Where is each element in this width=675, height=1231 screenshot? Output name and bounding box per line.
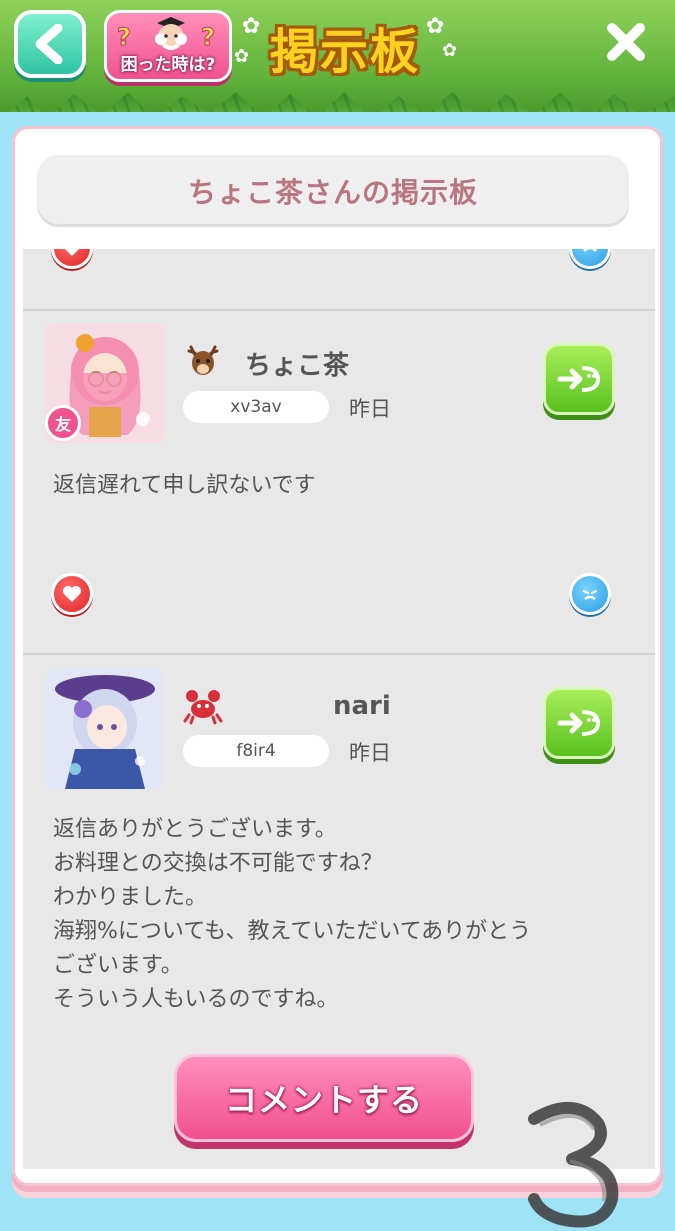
comment-button[interactable]: コメントする — [174, 1054, 474, 1142]
flower-icon: ✿ — [426, 14, 445, 39]
question-mark-icon: ? — [117, 23, 132, 52]
help-button[interactable]: ? ? 困った時は? — [104, 10, 232, 82]
reply-arrow-icon — [557, 710, 601, 736]
post-timestamp: 昨日 — [349, 741, 391, 765]
flower-icon: ✿ — [234, 46, 250, 67]
professor-face-icon — [155, 17, 187, 50]
sad-face-icon — [583, 249, 597, 252]
reply-button[interactable] — [543, 687, 615, 759]
sad-face-icon — [582, 589, 598, 601]
chevron-left-icon — [35, 24, 63, 64]
friend-badge: 友 — [45, 405, 81, 441]
question-mark-icon: ? — [201, 23, 216, 52]
dislike-button[interactable] — [569, 573, 611, 615]
post-user-id: xv3av — [183, 391, 329, 423]
heart-icon — [63, 586, 81, 602]
avatar[interactable] — [45, 669, 165, 789]
post-divider — [23, 653, 655, 655]
post-message: 返信ありがとうございます。 お料理との交換は不可能ですね？ わかりました。 海翔… — [53, 817, 532, 1012]
post-username[interactable]: ちょこ茶 — [245, 345, 349, 382]
handwritten-number-mark — [528, 1101, 619, 1228]
like-button[interactable] — [51, 249, 93, 269]
avatar-girl-purple-icon — [45, 669, 165, 789]
crab-icon — [183, 690, 223, 725]
heart-icon — [65, 249, 79, 256]
reply-button[interactable] — [543, 343, 615, 415]
bulletin-panel: ちょこ茶さんの掲示板 友 ちょこ茶 xv3av 昨日 返信遅れて申し訳ないです … — [12, 126, 663, 1228]
panel-title: ちょこ茶さんの掲示板 — [37, 155, 629, 227]
grass-decoration — [0, 92, 675, 112]
post-user-id: f8ir4 — [183, 735, 329, 767]
post-username[interactable]: nari — [333, 691, 391, 721]
like-button[interactable] — [51, 573, 93, 615]
deer-icon — [187, 345, 219, 375]
back-button[interactable] — [14, 10, 86, 78]
reply-arrow-icon — [557, 366, 601, 392]
post-list[interactable]: 友 ちょこ茶 xv3av 昨日 返信遅れて申し訳ないです nari f8ir4 … — [23, 249, 655, 1169]
post-message: 返信遅れて申し訳ないです — [53, 473, 316, 498]
close-button[interactable] — [598, 14, 654, 70]
flower-icon: ✿ — [242, 14, 261, 39]
header-bar: ? ? 困った時は? ✿ ✿ 掲示板 ✿ ✿ — [0, 0, 675, 112]
dislike-button[interactable] — [569, 249, 611, 269]
post-divider — [23, 309, 655, 311]
help-label: 困った時は? — [120, 55, 216, 75]
close-icon — [607, 23, 645, 61]
page-title: 掲示板 — [270, 24, 421, 80]
flower-icon: ✿ — [442, 40, 458, 61]
post-timestamp: 昨日 — [349, 397, 391, 421]
